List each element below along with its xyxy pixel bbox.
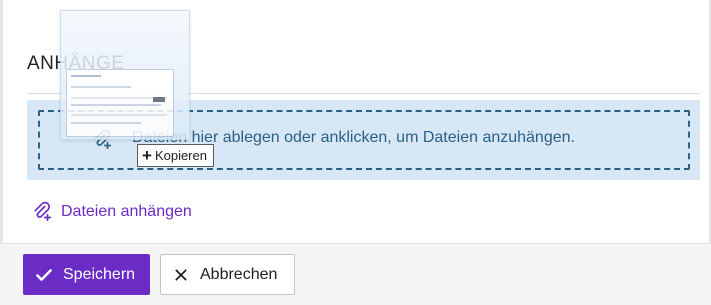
- save-button-label: Speichern: [63, 265, 136, 283]
- paperclip-plus-icon: [34, 201, 52, 222]
- panel-left-border: [0, 0, 3, 243]
- close-icon: [175, 268, 187, 281]
- cancel-button-label: Abbrechen: [200, 265, 278, 283]
- copy-badge-label: Kopieren: [154, 148, 207, 163]
- check-icon: [36, 268, 52, 281]
- attach-files-label: Dateien anhängen: [61, 203, 192, 220]
- dragged-file-thumbnail: [60, 10, 190, 140]
- attach-files-link[interactable]: Dateien anhängen: [31, 201, 192, 223]
- save-button[interactable]: Speichern: [23, 254, 150, 295]
- plus-icon: +: [142, 146, 152, 165]
- cancel-button[interactable]: Abbrechen: [160, 254, 295, 295]
- drag-copy-badge: + Kopieren: [137, 144, 214, 167]
- thumbnail-window-preview: [66, 69, 174, 137]
